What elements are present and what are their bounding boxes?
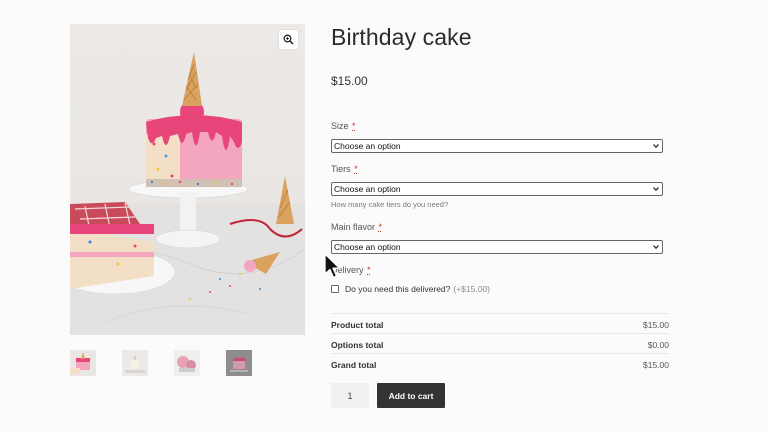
magnify-icon [283,34,294,45]
options-total-row: Options total $0.00 [331,333,669,354]
chevron-down-icon [653,144,659,149]
grand-total-label: Grand total [331,360,377,370]
required-mark: * [367,265,371,275]
mouse-cursor-icon [324,253,341,279]
delivery-extra-price: (+$15.00) [453,284,490,294]
product-total-row: Product total $15.00 [331,313,669,334]
gallery-thumbnails [70,350,252,376]
required-mark: * [378,222,383,232]
zoom-button[interactable] [279,30,298,49]
size-select[interactable]: Choose an option [331,139,663,153]
thumbnail-4[interactable] [226,350,252,376]
cake-illustration [70,52,305,335]
size-select-value: Choose an option [334,141,401,151]
flavor-label-text: Main flavor [331,222,376,232]
options-total-label: Options total [331,340,384,350]
product-price: $15.00 [331,74,368,88]
add-to-cart-button[interactable]: Add to cart [377,383,445,408]
product-page: Birthday cake $15.00 Size * Choose an op… [0,0,768,432]
required-mark: * [354,164,358,174]
thumbnail-1[interactable] [70,350,96,376]
quantity-input[interactable]: 1 [331,383,369,408]
flavor-label: Main flavor * [331,222,382,232]
thumbnail-3[interactable] [174,350,200,376]
delivery-option: Do you need this delivered? (+$15.00) [331,284,490,294]
product-total-label: Product total [331,320,384,330]
chevron-down-icon [653,187,659,192]
chevron-down-icon [653,245,659,250]
flavor-select[interactable]: Choose an option [331,240,663,254]
size-label: Size * [331,121,356,131]
tiers-label: Tiers * [331,164,358,174]
required-mark: * [352,121,356,131]
tiers-label-text: Tiers [331,164,351,174]
delivery-checkbox[interactable] [331,285,339,293]
tiers-select-value: Choose an option [334,184,401,194]
tiers-hint: How many cake tiers do you need? [331,200,449,209]
grand-total-row: Grand total $15.00 [331,353,669,374]
delivery-checkbox-label[interactable]: Do you need this delivered? [345,284,450,294]
flavor-select-value: Choose an option [334,242,401,252]
size-label-text: Size [331,121,349,131]
product-total-value: $15.00 [643,320,669,330]
thumbnail-2[interactable] [122,350,148,376]
options-total-value: $0.00 [647,340,669,350]
product-main-image[interactable] [70,24,305,335]
grand-total-value: $15.00 [643,360,669,370]
tiers-select[interactable]: Choose an option [331,182,663,196]
product-title: Birthday cake [331,24,472,50]
